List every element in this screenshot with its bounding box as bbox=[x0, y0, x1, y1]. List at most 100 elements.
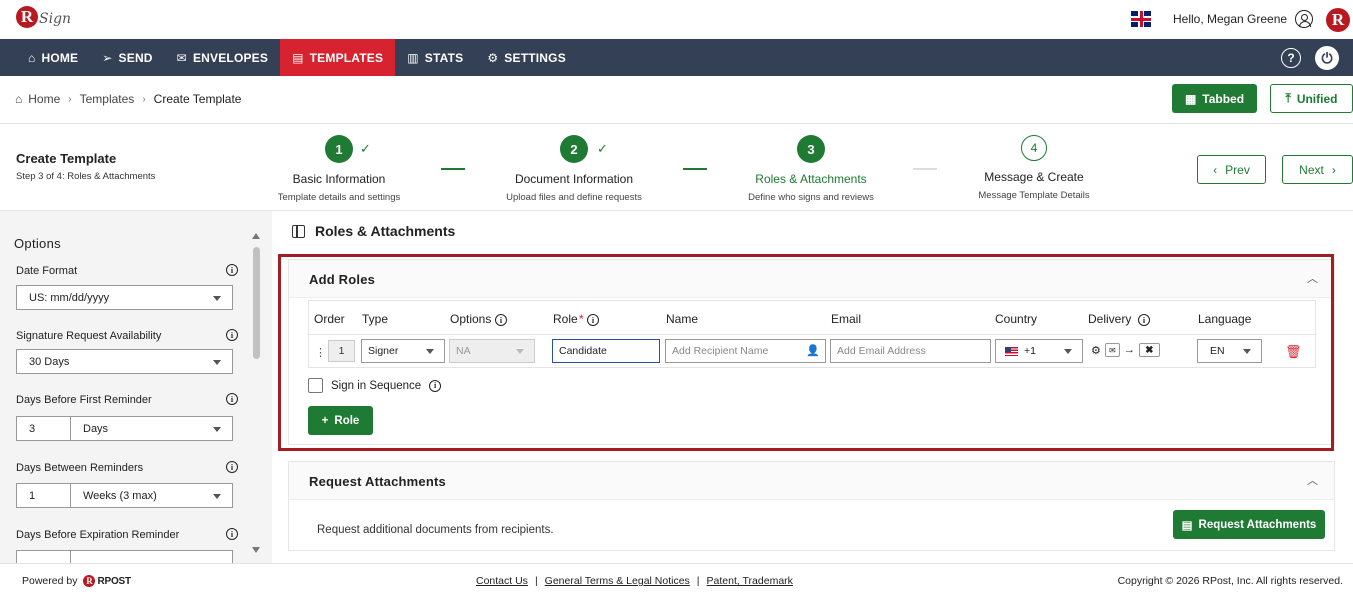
tabbed-view-button[interactable]: ▦ Tabbed bbox=[1172, 84, 1257, 113]
chevron-down-icon bbox=[213, 296, 221, 301]
options-scrollbar[interactable] bbox=[252, 233, 261, 553]
info-icon[interactable]: i bbox=[226, 461, 238, 473]
footer: Powered by R RPOST Contact Us | General … bbox=[0, 563, 1353, 597]
nav-envelopes[interactable]: ✉ ENVELOPES bbox=[165, 39, 280, 76]
footer-links: Contact Us | General Terms & Legal Notic… bbox=[476, 575, 793, 587]
chevron-left-icon: ‹ bbox=[1213, 162, 1218, 177]
uk-flag-icon[interactable] bbox=[1131, 11, 1151, 27]
info-icon[interactable]: i bbox=[226, 393, 238, 405]
nav-home[interactable]: ⌂ HOME bbox=[16, 39, 90, 76]
nav-label: STATS bbox=[424, 50, 464, 65]
breadcrumb-templates[interactable]: Templates bbox=[80, 92, 135, 106]
step-connector bbox=[441, 168, 465, 170]
info-icon[interactable]: i bbox=[226, 329, 238, 341]
nav-templates[interactable]: ▤ TEMPLATES bbox=[280, 39, 396, 76]
options-title: Options bbox=[14, 236, 61, 251]
power-icon[interactable]: ⏻ bbox=[1315, 46, 1339, 70]
check-icon: ✓ bbox=[360, 141, 371, 156]
step-description: Template details and settings bbox=[277, 192, 401, 203]
next-button[interactable]: Next › bbox=[1282, 155, 1353, 184]
step-basic-information[interactable]: 1 ✓ Basic Information Template details a… bbox=[277, 135, 401, 203]
info-icon[interactable]: i bbox=[226, 528, 238, 540]
step-title: Basic Information bbox=[292, 172, 386, 186]
request-attachments-label: Request Attachments bbox=[1198, 518, 1317, 531]
nav-send[interactable]: ➢ SEND bbox=[90, 39, 164, 76]
expiration-reminder-field bbox=[16, 550, 233, 563]
availability-label: Signature Request Availability bbox=[16, 330, 162, 342]
envelope-icon: ✉ bbox=[176, 50, 187, 65]
breadcrumb-current: Create Template bbox=[153, 92, 242, 106]
info-icon[interactable]: i bbox=[226, 264, 238, 276]
prev-button[interactable]: ‹ Prev bbox=[1197, 155, 1266, 184]
step-title: Message & Create bbox=[984, 170, 1084, 184]
page-subtitle: Step 3 of 4: Roles & Attachments bbox=[16, 171, 156, 182]
attachments-title: Request Attachments bbox=[309, 474, 446, 489]
user-greeting: Hello, Megan Greene bbox=[1173, 12, 1288, 26]
breadcrumb-home[interactable]: Home bbox=[28, 92, 60, 106]
step-connector bbox=[683, 168, 707, 170]
help-icon[interactable]: ? bbox=[1281, 48, 1301, 68]
rpost-label: RPOST bbox=[97, 575, 131, 587]
rpost-logo-icon: R bbox=[83, 575, 96, 587]
attachments-header[interactable]: Request Attachments ︿ bbox=[289, 462, 1334, 500]
nav-label: SEND bbox=[118, 50, 153, 65]
logo-word: Sign bbox=[39, 11, 72, 27]
template-icon: ▤ bbox=[292, 50, 304, 65]
patent-link[interactable]: Patent, Trademark bbox=[707, 575, 793, 587]
options-panel: Options Date Format i US: mm/dd/yyyy Sig… bbox=[0, 211, 272, 563]
step-description: Upload files and define requests bbox=[506, 192, 642, 203]
step-roles-attachments[interactable]: 3 Roles & Attachments Define who signs a… bbox=[747, 135, 875, 203]
breadcrumb-separator: › bbox=[68, 93, 72, 105]
availability-select[interactable]: 30 Days bbox=[16, 349, 233, 374]
powered-by-label: Powered by bbox=[22, 575, 78, 587]
user-profile-icon[interactable] bbox=[1295, 10, 1313, 28]
step-connector bbox=[913, 168, 937, 170]
between-reminders-label: Days Between Reminders bbox=[16, 462, 144, 474]
main-navigation: ⌂ HOME ➢ SEND ✉ ENVELOPES ▤ TEMPLATES ▥ STATS… bbox=[0, 39, 1353, 76]
step-message-create[interactable]: 4 Message & Create Message Template Deta… bbox=[978, 135, 1090, 201]
step-number: 4 bbox=[1021, 135, 1047, 161]
first-reminder-unit-select[interactable]: Days bbox=[71, 417, 232, 440]
expiration-reminder-unit-select[interactable] bbox=[71, 551, 232, 563]
contact-us-link[interactable]: Contact Us bbox=[476, 575, 528, 587]
chevron-up-icon[interactable]: ︿ bbox=[1307, 472, 1318, 488]
step-number: 3 bbox=[797, 135, 825, 163]
step-title: Roles & Attachments bbox=[755, 172, 867, 186]
step-title: Document Information bbox=[514, 172, 634, 186]
terms-link[interactable]: General Terms & Legal Notices bbox=[545, 575, 690, 587]
date-format-value: US: mm/dd/yyyy bbox=[29, 291, 110, 304]
first-reminder-input[interactable]: 3 bbox=[17, 417, 71, 440]
expiration-reminder-input[interactable] bbox=[17, 551, 71, 563]
home-icon: ⌂ bbox=[28, 50, 36, 65]
nav-stats[interactable]: ▥ STATS bbox=[395, 39, 475, 76]
date-format-select[interactable]: US: mm/dd/yyyy bbox=[16, 285, 233, 310]
tabbed-label: Tabbed bbox=[1202, 91, 1245, 106]
scroll-down-icon[interactable] bbox=[252, 547, 260, 553]
nav-right-actions: ? ⏻ bbox=[1281, 46, 1339, 70]
expiration-reminder-label: Days Before Expiration Reminder bbox=[16, 529, 180, 541]
nav-label: ENVELOPES bbox=[192, 50, 269, 65]
unified-label: Unified bbox=[1296, 91, 1338, 106]
step-document-information[interactable]: 2 ✓ Document Information Upload files an… bbox=[506, 135, 642, 203]
scroll-thumb[interactable] bbox=[253, 247, 260, 359]
between-reminders-unit-select[interactable]: Weeks (3 max) bbox=[71, 484, 232, 507]
link-divider: | bbox=[534, 575, 538, 587]
between-reminders-field: 1 Weeks (3 max) bbox=[16, 483, 233, 508]
nav-label: HOME bbox=[41, 50, 79, 65]
stepper-row: Create Template Step 3 of 4: Roles & Att… bbox=[0, 125, 1353, 211]
date-format-label: Date Format bbox=[16, 265, 78, 277]
rpost-logo: R RPOST bbox=[83, 575, 131, 587]
request-attachments-button[interactable]: ▤ Request Attachments bbox=[1173, 510, 1325, 539]
scroll-up-icon[interactable] bbox=[252, 233, 260, 239]
copyright: Copyright © 2026 RPost, Inc. All rights … bbox=[1117, 575, 1343, 587]
unified-view-button[interactable]: ⤒ Unified bbox=[1270, 84, 1353, 113]
rsign-logo[interactable]: R Sign bbox=[16, 6, 71, 28]
breadcrumb: ⌂ Home › Templates › Create Template bbox=[15, 92, 241, 106]
page-title: Create Template bbox=[16, 151, 117, 166]
sidebar-collapse-icon[interactable] bbox=[292, 224, 305, 238]
chevron-down-icon bbox=[213, 494, 221, 499]
document-icon: ▤ bbox=[1181, 519, 1193, 532]
nav-settings[interactable]: ⚙ SETTINGS bbox=[475, 39, 578, 76]
step-description: Message Template Details bbox=[978, 190, 1090, 201]
between-reminders-input[interactable]: 1 bbox=[17, 484, 71, 507]
